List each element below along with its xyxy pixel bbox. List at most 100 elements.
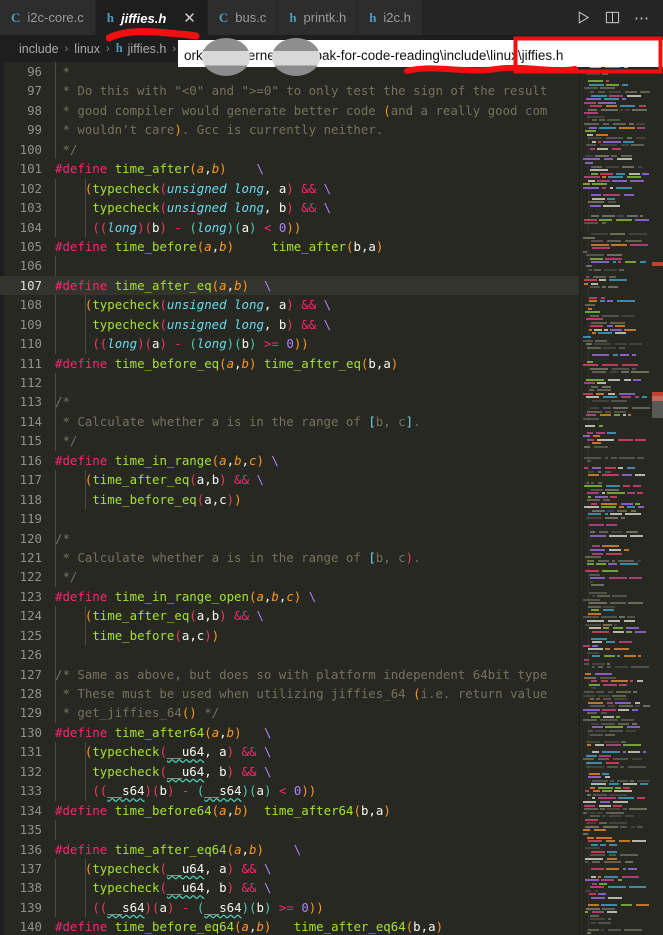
code-line[interactable]: 125 time_before(a,c)) [0, 625, 580, 646]
chevron-right-icon: › [172, 42, 176, 55]
code-line[interactable]: 134 #define time_before64(a,b) time_after… [0, 801, 580, 820]
minimap-line [637, 779, 650, 782]
code-line[interactable]: 129 * get_jiffies_64() */ [0, 703, 580, 723]
breadcrumb-item-linux[interactable]: linux [74, 42, 100, 56]
code-token: __s64 [107, 783, 145, 799]
code-line[interactable]: 100 */ [0, 139, 580, 160]
code-line[interactable]: 135 [0, 820, 580, 840]
breadcrumb-item-include[interactable]: include [19, 42, 59, 56]
minimap-line [611, 456, 617, 459]
tab-printk-h[interactable]: h printk.h [278, 0, 359, 35]
scrollbar-thumb[interactable] [652, 396, 663, 418]
minimap-line [584, 506, 599, 509]
code-line[interactable]: 128 * These must be used when utilizing … [0, 684, 580, 704]
minimap-line [607, 808, 620, 811]
run-icon[interactable] [576, 10, 591, 25]
minimap-line [591, 261, 609, 264]
minimap-line [591, 321, 607, 324]
code-token: )( [144, 783, 160, 799]
code-token: , [226, 452, 235, 468]
overview-ruler[interactable] [652, 62, 663, 935]
code-line[interactable]: 133 ((__s64)(b) - (__s64)(a) < 0)) [0, 781, 580, 801]
code-line[interactable]: 124 (time_after_eq(a,b) && \ [0, 606, 580, 626]
code-line[interactable]: 126 [0, 645, 580, 665]
tab-bus-c[interactable]: C bus.c [207, 0, 279, 35]
code-line[interactable]: 127 /* Same as above, but does so with pl… [0, 664, 580, 684]
code-line[interactable]: 120 /* [0, 528, 580, 548]
minimap-line [591, 502, 597, 505]
code-line[interactable]: 111 #define time_before_eq(a,b) time_afte… [0, 354, 580, 373]
indent-guide [55, 645, 56, 665]
code-line[interactable]: 112 [0, 373, 580, 393]
code-line[interactable]: 122 */ [0, 567, 580, 587]
code-line[interactable]: 97 * Do this with "<0" and ">=0" to only… [0, 81, 580, 101]
minimap-line [605, 470, 611, 473]
code-line[interactable]: 132 typecheck(__u64, b) && \ [0, 761, 580, 782]
minimap-line [583, 616, 599, 619]
code-line[interactable]: 113 /* [0, 392, 580, 412]
code-token: */ [55, 569, 78, 585]
code-line[interactable]: 106 [0, 256, 580, 276]
code-line[interactable]: 98 * good compiler would generate better… [0, 100, 580, 121]
code-token: long [196, 219, 227, 235]
code-line[interactable]: 136 #define time_after_eq64(a,b) \ [0, 840, 580, 859]
minimap-line [596, 431, 605, 434]
tab-jiffies-h[interactable]: h jiffies.h ✕ [95, 0, 208, 35]
more-actions-icon[interactable]: ⋯ [634, 9, 650, 27]
code-line[interactable]: 99 * wouldn't care). Gcc is currently ne… [0, 120, 580, 140]
breadcrumb-item-jiffies-h[interactable]: jiffies.h [128, 42, 167, 56]
close-icon[interactable]: ✕ [183, 10, 196, 26]
code-line[interactable]: 104 ((long)(b) - (long)(a) < 0)) [0, 217, 580, 237]
code-token: b [159, 783, 167, 799]
code-line[interactable]: 114 * Calculate whether a is in the rang… [0, 411, 580, 432]
tab-i2c-core-c[interactable]: C i2c-core.c [0, 0, 96, 35]
minimap-line [601, 712, 607, 715]
code-token: )( [137, 336, 152, 352]
code-line[interactable]: 107 #define time_after_eq(a,b) \ [0, 275, 580, 296]
code-line[interactable]: 137 (typecheck(__u64, a) && \ [0, 858, 580, 879]
minimap-line [589, 602, 607, 605]
minimap-line [637, 456, 644, 459]
redaction-blob-2 [272, 38, 320, 76]
code-line[interactable]: 140 #define time_before_eq64(a,b) time_af… [0, 917, 580, 935]
minimap-line [585, 304, 595, 306]
line-number: 115 [19, 433, 42, 449]
code-line[interactable]: 131 (typecheck(__u64, a) && \ [0, 742, 580, 762]
minimap-line [595, 744, 604, 747]
code-line[interactable]: 121 * Calculate whether a is in the rang… [0, 547, 580, 568]
split-editor-icon[interactable] [605, 10, 620, 25]
minimap-line [598, 101, 616, 104]
code-line[interactable]: 119 [0, 509, 580, 529]
code-line[interactable]: 123 #define time_in_range_open(a,b,c) \ [0, 587, 580, 606]
code-line[interactable]: 108 (typecheck(unsigned long, a) && \ [0, 295, 580, 315]
minimap-line [638, 165, 642, 168]
minimap-line [604, 875, 618, 878]
minimap-line [618, 708, 629, 711]
code-line[interactable]: 110 ((long)(a) - (long)(b) >= 0)) [0, 334, 580, 354]
code-line[interactable]: 139 ((__s64)(a) - (__s64)(b) >= 0)) [0, 897, 580, 918]
minimap[interactable] [580, 62, 652, 935]
code-line[interactable]: 130 #define time_after64(a,b) \ [0, 723, 580, 742]
code-line[interactable]: 103 typecheck(unsigned long, b) && \ [0, 198, 580, 218]
code-line[interactable]: 118 time_before_eq(a,c)) [0, 489, 580, 510]
code-line[interactable]: 105 #define time_before(a,b) time_after(b… [0, 237, 580, 256]
code-line[interactable]: 116 #define time_in_range(a,b,c) \ [0, 451, 580, 470]
code-line[interactable]: 101 #define time_after(a,b) \ [0, 159, 580, 178]
code-line[interactable]: 117 (time_after_eq(a,b) && \ [0, 470, 580, 490]
code-line[interactable]: 115 */ [0, 431, 580, 451]
code-editor[interactable]: 96 * 97 * Do this with "<0" and ">=0" to… [0, 62, 663, 935]
code-token: . [413, 549, 421, 565]
tab-i2c-h[interactable]: h i2c.h [358, 0, 423, 35]
minimap-line [583, 186, 599, 189]
code-lines[interactable]: 96 * 97 * Do this with "<0" and ">=0" to… [0, 62, 580, 935]
minimap-line [620, 765, 624, 768]
indent-guide [84, 781, 86, 801]
code-line[interactable]: 109 typecheck(unsigned long, b) && \ [0, 314, 580, 335]
minimap-line [589, 296, 597, 299]
minimap-line [624, 378, 631, 381]
code-line[interactable]: 102 (typecheck(unsigned long, a) && \ [0, 178, 580, 199]
code-line[interactable]: 138 typecheck(__u64, b) && \ [0, 878, 580, 898]
